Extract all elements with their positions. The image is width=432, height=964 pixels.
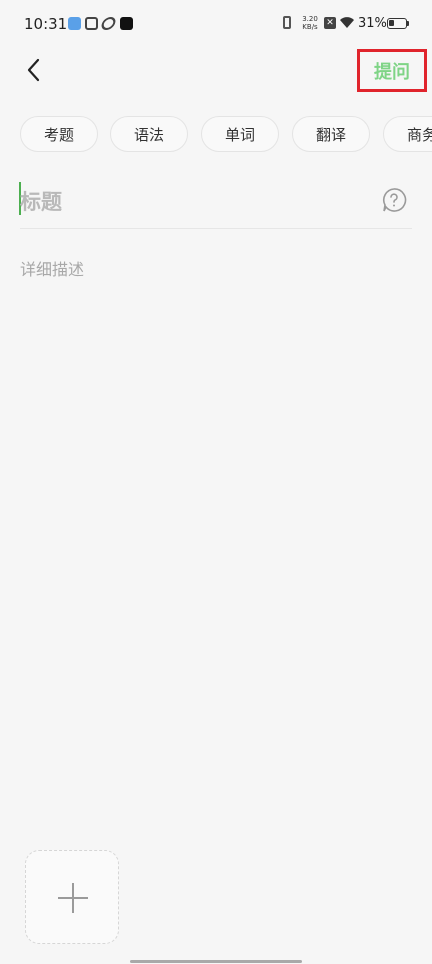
- title-placeholder: 标题: [20, 190, 62, 214]
- chip-category[interactable]: 翻译: [292, 116, 370, 152]
- divider: [20, 228, 412, 229]
- ask-button[interactable]: 提问: [357, 49, 427, 92]
- app-notification-icon: [68, 17, 81, 30]
- wifi-icon: [340, 17, 354, 28]
- app-notification-icon: [99, 17, 118, 30]
- add-image-button[interactable]: [25, 850, 119, 944]
- plus-icon: [58, 883, 88, 913]
- description-placeholder: 详细描述: [20, 260, 85, 279]
- status-time: 10:31: [24, 15, 68, 33]
- chip-category[interactable]: 语法: [110, 116, 188, 152]
- battery-icon: [387, 18, 407, 29]
- network-speed: 3.20 KB/s: [302, 15, 318, 31]
- status-bar: 10:31 3.20 KB/s ✕ 31%: [0, 0, 432, 48]
- app-notification-icon: [85, 17, 98, 30]
- back-button[interactable]: [20, 55, 50, 85]
- no-sim-icon: ✕: [324, 17, 336, 29]
- question-bubble-icon[interactable]: [381, 187, 407, 213]
- category-chips: 考题 语法 单词 翻译 商务: [0, 116, 432, 154]
- chip-category[interactable]: 单词: [201, 116, 279, 152]
- chip-category[interactable]: 商务: [383, 116, 432, 152]
- title-input[interactable]: [20, 182, 380, 218]
- description-input[interactable]: [20, 250, 412, 810]
- chip-category[interactable]: 考题: [20, 116, 98, 152]
- tiktok-icon: [120, 17, 133, 30]
- vibrate-icon: [283, 16, 291, 29]
- battery-percent: 31%: [358, 16, 387, 31]
- home-indicator[interactable]: [130, 960, 302, 963]
- chevron-left-icon: [27, 58, 40, 82]
